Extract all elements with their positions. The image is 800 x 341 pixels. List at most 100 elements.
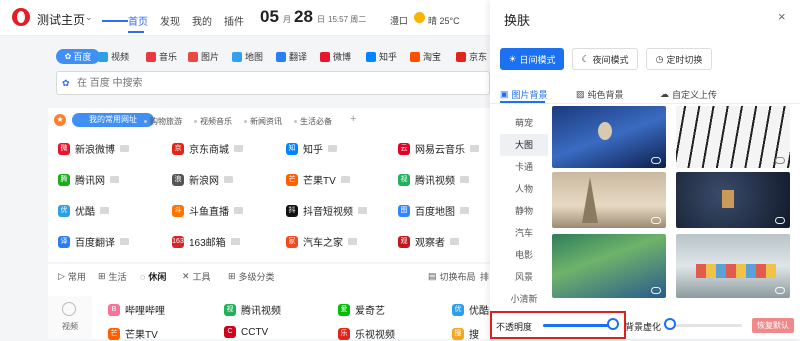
folder-icon[interactable] (328, 145, 337, 152)
reset-default-button[interactable]: 恢复默认 (752, 318, 794, 333)
site-link[interactable]: 腾腾讯网 (58, 172, 119, 187)
close-icon[interactable]: × (778, 9, 786, 24)
folder-icon[interactable] (450, 238, 459, 245)
nav-home[interactable]: 首页 (128, 13, 148, 28)
wallpaper-category[interactable]: 大图 (500, 134, 548, 156)
engine-map[interactable]: 地图 (232, 50, 263, 63)
site-link[interactable]: 知知乎 (286, 141, 337, 156)
wallpaper-category[interactable]: 萌宠 (500, 112, 548, 134)
tab-multilevel[interactable]: ⊞ 多级分类 (228, 270, 275, 283)
folder-icon[interactable] (470, 145, 479, 152)
nav-plugins[interactable]: 插件 (224, 13, 244, 28)
wallpaper-thumb[interactable] (552, 172, 666, 228)
tab-common[interactable]: ▷ 常用 (58, 270, 86, 283)
tab-custom-upload[interactable]: ☁ 自定义上传 (660, 88, 717, 101)
folder-icon[interactable] (230, 238, 240, 245)
site-title[interactable]: 测试主页 (37, 11, 85, 28)
cloud-download-icon[interactable] (775, 287, 785, 294)
night-mode-button[interactable]: ☾ 夜间模式 (572, 48, 638, 70)
cloud-download-icon[interactable] (651, 157, 661, 164)
cloud-download-icon[interactable] (775, 217, 785, 224)
engine-video[interactable]: 视频 (98, 50, 129, 63)
site-link[interactable]: 图百度地图 (398, 203, 469, 218)
engine-taobao[interactable]: 淘宝 (410, 50, 441, 63)
site-link[interactable]: 译百度翻译 (58, 234, 129, 249)
site-link[interactable]: 观观察者 (398, 234, 459, 249)
site-link[interactable]: 浪新浪网 (172, 172, 233, 187)
cloud-download-icon[interactable] (651, 287, 661, 294)
wallpaper-category[interactable]: 风景 (500, 266, 548, 288)
tab-shopping-travel[interactable]: 购物旅游 (144, 116, 182, 127)
folder-icon[interactable] (224, 176, 233, 183)
folder-icon[interactable] (340, 176, 350, 183)
add-category-button[interactable]: + (350, 113, 356, 125)
engine-jd[interactable]: 京东 (456, 50, 487, 63)
tab-solid-bg[interactable]: ▨ 纯色背景 (576, 88, 624, 101)
site-link[interactable]: 微新浪微博 (58, 141, 129, 156)
folder-icon[interactable] (100, 207, 109, 214)
engine-zhihu[interactable]: 知乎 (366, 50, 397, 63)
sort-button[interactable]: 排 (480, 270, 489, 283)
wallpaper-category[interactable]: 卡通 (500, 156, 548, 178)
video-site-link[interactable]: C CCTV (224, 326, 268, 338)
weather-text[interactable]: 晴 25°C (428, 14, 460, 27)
folder-icon[interactable] (234, 207, 243, 214)
folder-icon[interactable] (460, 207, 469, 214)
nav-discover[interactable]: 发现 (160, 13, 180, 28)
folder-icon[interactable] (460, 176, 469, 183)
wallpaper-thumb[interactable] (676, 106, 790, 168)
tab-life2[interactable]: ⊞ 生活 (98, 270, 127, 283)
blur-slider-track[interactable] (670, 324, 742, 327)
site-link[interactable]: 163 163邮箱 (172, 234, 240, 249)
video-site-link[interactable]: 爱爱奇艺 (338, 302, 385, 317)
nav-mine[interactable]: 我的 (192, 13, 212, 28)
site-link[interactable]: 斗斗鱼直播 (172, 203, 243, 218)
site-link[interactable]: 抖抖音短视频 (286, 203, 367, 218)
wallpaper-category[interactable]: 电影 (500, 244, 548, 266)
switch-layout-button[interactable]: ▤ 切换布局 (428, 270, 476, 283)
wallpaper-thumb[interactable] (552, 234, 666, 298)
cloud-download-icon[interactable] (651, 217, 661, 224)
engine-images[interactable]: 图片 (188, 50, 219, 63)
folder-icon[interactable] (120, 238, 129, 245)
tab-news[interactable]: 新闻资讯 (244, 116, 282, 127)
wallpaper-thumb[interactable] (676, 234, 790, 298)
site-link[interactable]: 家汽车之家 (286, 234, 357, 249)
site-link[interactable]: 优优酷 (58, 203, 109, 218)
wallpaper-category[interactable]: 人物 (500, 178, 548, 200)
search-input[interactable] (77, 76, 477, 90)
wallpaper-thumb[interactable] (552, 106, 666, 168)
wallpaper-category[interactable]: 汽车 (500, 222, 548, 244)
tab-leisure[interactable]: ◌ 休闲 (140, 270, 166, 283)
engine-music[interactable]: 音乐 (146, 50, 177, 63)
folder-icon[interactable] (120, 145, 129, 152)
tab-video-music[interactable]: 视频音乐 (194, 116, 232, 127)
tab-tools[interactable]: ✕ 工具 (182, 270, 211, 283)
wallpaper-category[interactable]: 静物 (500, 200, 548, 222)
video-site-link[interactable]: 视腾讯视频 (224, 302, 281, 317)
chevron-down-icon[interactable]: ⌄ (85, 12, 93, 23)
video-site-link[interactable]: B 哔哩哔哩 (108, 302, 165, 317)
video-side-tab[interactable]: 视频 (48, 296, 92, 339)
cloud-download-icon[interactable] (775, 157, 785, 164)
opera-logo-icon[interactable] (12, 8, 30, 26)
timed-switch-button[interactable]: ◷ 定时切换 (646, 48, 712, 70)
site-link[interactable]: 视腾讯视频 (398, 172, 469, 187)
tab-image-bg[interactable]: ▣ 图片背景 (500, 88, 548, 101)
site-link[interactable]: 京京东商城 (172, 141, 243, 156)
video-site-link[interactable]: 优优酷 (452, 302, 489, 317)
tab-life[interactable]: 生活必备 (294, 116, 332, 127)
wallpaper-category[interactable]: 小清新 (500, 288, 548, 310)
site-link[interactable]: 芒芒果TV (286, 172, 350, 187)
wallpaper-thumb[interactable] (676, 172, 790, 228)
engine-translate[interactable]: 翻译 (276, 50, 307, 63)
site-link[interactable]: 云网易云音乐 (398, 141, 479, 156)
city[interactable]: 澧口 (390, 14, 408, 27)
blur-slider-knob[interactable] (664, 318, 676, 330)
folder-icon[interactable] (234, 145, 243, 152)
engine-weibo[interactable]: 微博 (320, 50, 351, 63)
folder-icon[interactable] (110, 176, 119, 183)
folder-icon[interactable] (358, 207, 367, 214)
day-mode-button[interactable]: ☀ 日间模式 (500, 48, 564, 70)
tab-my-sites[interactable]: 我的常用网址 (72, 113, 154, 127)
